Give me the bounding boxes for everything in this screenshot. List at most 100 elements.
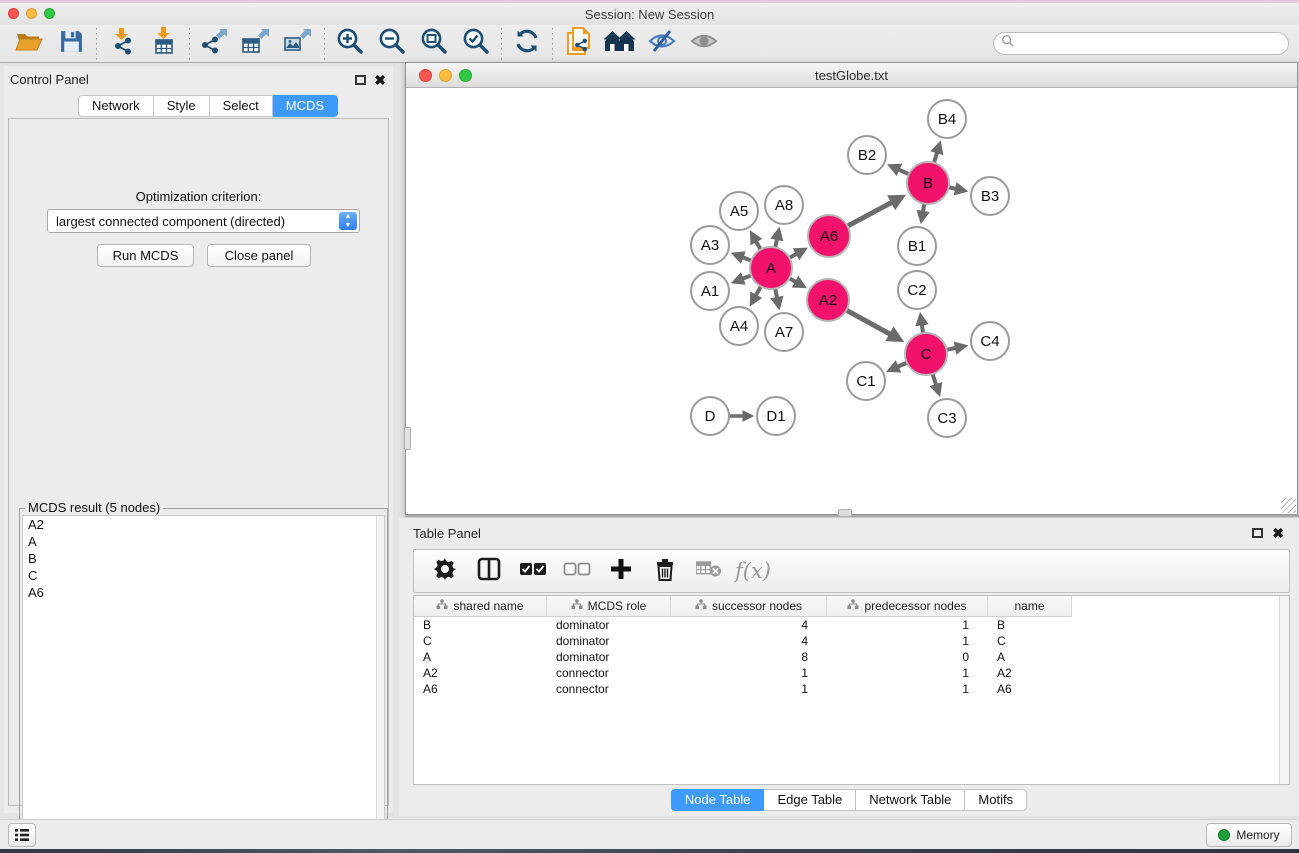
node-C1[interactable]: C1	[847, 362, 885, 400]
cell-predecessor-nodes[interactable]: 1	[827, 665, 988, 681]
edge-B-B2[interactable]	[891, 166, 909, 174]
close-panel-button[interactable]: Close panel	[207, 244, 311, 267]
cell-shared-name[interactable]: B	[414, 617, 547, 633]
tab-mcds[interactable]: MCDS	[273, 95, 338, 117]
tab-select[interactable]: Select	[210, 95, 273, 117]
network-canvas[interactable]: B4B2BB3A5A8A6B1A3AA1C2A2A4A7C4CC1C3DD1	[406, 88, 1297, 514]
column-header-name[interactable]: name	[988, 596, 1072, 617]
refresh-button[interactable]	[506, 27, 548, 61]
edge-C-C4[interactable]	[947, 346, 965, 350]
node-A6[interactable]: A6	[808, 215, 850, 257]
column-header-shared-name[interactable]: shared name	[414, 596, 547, 617]
table-row[interactable]: Cdominator41C	[414, 633, 1279, 649]
optimization-criterion-dropdown[interactable]: largest connected component (directed) ▲…	[47, 209, 360, 233]
table-scrollbar[interactable]	[1279, 596, 1289, 784]
new-network-from-selection-button[interactable]	[557, 27, 599, 61]
float-table-panel-icon[interactable]	[1252, 528, 1263, 538]
add-column-button[interactable]	[606, 555, 636, 587]
cell-shared-name[interactable]: A6	[414, 681, 547, 697]
list-scrollbar[interactable]	[376, 516, 384, 849]
save-session-button[interactable]	[50, 27, 92, 61]
mcds-result-item[interactable]: B	[23, 550, 384, 567]
close-table-panel-icon[interactable]: ✖	[1272, 527, 1284, 539]
zoom-out-button[interactable]	[371, 27, 413, 61]
export-table-button[interactable]	[236, 27, 278, 61]
edge-A2-C[interactable]	[846, 310, 899, 339]
edge-C-C3[interactable]	[933, 374, 939, 393]
float-panel-icon[interactable]	[355, 75, 366, 85]
cell-successor-nodes[interactable]: 1	[671, 665, 827, 681]
close-panel-icon[interactable]: ✖	[374, 74, 386, 86]
window-resize-grip[interactable]	[1281, 498, 1296, 513]
cell-predecessor-nodes[interactable]: 1	[827, 617, 988, 633]
table-row[interactable]: Bdominator41B	[414, 617, 1279, 633]
checked-boxes-button[interactable]	[518, 555, 548, 587]
column-header-MCDS-role[interactable]: MCDS role	[547, 596, 671, 617]
node-D1[interactable]: D1	[757, 397, 795, 435]
node-C[interactable]: C	[905, 333, 947, 375]
cell-successor-nodes[interactable]: 4	[671, 617, 827, 633]
cell-predecessor-nodes[interactable]: 1	[827, 633, 988, 649]
node-D[interactable]: D	[691, 397, 729, 435]
cell-shared-name[interactable]: A2	[414, 665, 547, 681]
edge-A-A3[interactable]	[735, 254, 752, 260]
memory-button[interactable]: Memory	[1206, 823, 1292, 847]
cell-successor-nodes[interactable]: 1	[671, 681, 827, 697]
gear-button[interactable]	[430, 555, 460, 587]
edge-A-A7[interactable]	[775, 289, 779, 307]
unchecked-boxes-button[interactable]	[562, 555, 592, 587]
search-field[interactable]	[993, 32, 1289, 55]
edge-A-A8[interactable]	[775, 231, 778, 248]
export-image-button[interactable]	[278, 27, 320, 61]
edge-B-B4[interactable]	[934, 144, 940, 163]
node-B[interactable]: B	[907, 162, 949, 204]
mcds-result-item[interactable]: A6	[23, 584, 384, 601]
mcds-result-item[interactable]: A2	[23, 516, 384, 533]
node-A7[interactable]: A7	[765, 313, 803, 351]
cell-name[interactable]: A	[988, 649, 1072, 665]
tab-edge-table[interactable]: Edge Table	[764, 789, 856, 811]
tab-node-table[interactable]: Node Table	[671, 789, 765, 811]
open-file-button[interactable]	[8, 27, 50, 61]
edge-A-A2[interactable]	[789, 278, 803, 286]
cell-shared-name[interactable]: C	[414, 633, 547, 649]
node-B3[interactable]: B3	[971, 177, 1009, 215]
node-A8[interactable]: A8	[765, 186, 803, 224]
mcds-result-item[interactable]: C	[23, 567, 384, 584]
table-row[interactable]: Adominator80A	[414, 649, 1279, 665]
cell-name[interactable]: C	[988, 633, 1072, 649]
edge-B-B1[interactable]	[922, 204, 925, 221]
show-panels-button[interactable]	[8, 823, 36, 847]
node-A5[interactable]: A5	[720, 192, 758, 230]
node-C4[interactable]: C4	[971, 322, 1009, 360]
tab-style[interactable]: Style	[154, 95, 210, 117]
edge-A6-B[interactable]	[848, 197, 902, 226]
cell-name[interactable]: A2	[988, 665, 1072, 681]
zoom-selected-button[interactable]	[455, 27, 497, 61]
trash-button[interactable]	[650, 555, 680, 587]
cell-shared-name[interactable]: A	[414, 649, 547, 665]
cell-successor-nodes[interactable]: 4	[671, 633, 827, 649]
edge-B-B3[interactable]	[949, 187, 965, 190]
column-header-successor-nodes[interactable]: successor nodes	[671, 596, 827, 617]
tab-network[interactable]: Network	[78, 95, 154, 117]
network-window-titlebar[interactable]: testGlobe.txt	[406, 63, 1297, 88]
import-network-button[interactable]	[101, 27, 143, 61]
hide-selected-button[interactable]	[641, 27, 683, 61]
show-all-button[interactable]	[683, 27, 725, 61]
horizontal-splitter[interactable]	[405, 515, 1299, 517]
node-A1[interactable]: A1	[691, 272, 729, 310]
table-row[interactable]: A2connector11A2	[414, 665, 1279, 681]
columns-button[interactable]	[474, 555, 504, 587]
table-row[interactable]: A6connector11A6	[414, 681, 1279, 697]
run-mcds-button[interactable]: Run MCDS	[97, 244, 194, 267]
zoom-fit-button[interactable]	[413, 27, 455, 61]
node-A2[interactable]: A2	[807, 279, 849, 321]
cell-name[interactable]: B	[988, 617, 1072, 633]
node-C3[interactable]: C3	[928, 399, 966, 437]
tab-motifs[interactable]: Motifs	[965, 789, 1027, 811]
node-A3[interactable]: A3	[691, 226, 729, 264]
mcds-result-item[interactable]: A	[23, 533, 384, 550]
node-B1[interactable]: B1	[898, 227, 936, 265]
node-A4[interactable]: A4	[720, 307, 758, 345]
